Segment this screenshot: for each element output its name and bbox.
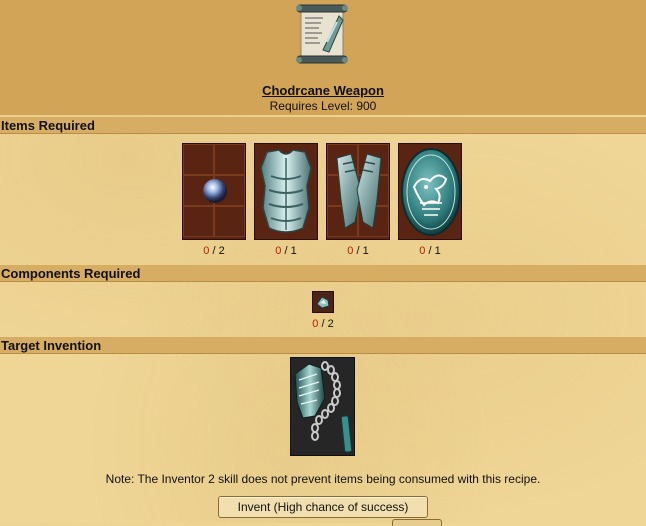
pearl-orb-icon bbox=[203, 179, 227, 203]
recipe-note: Note: The Inventor 2 skill does not prev… bbox=[105, 472, 541, 486]
item-slot-breastplate[interactable] bbox=[254, 143, 318, 240]
component-gem-icon bbox=[316, 296, 330, 309]
component-slot[interactable] bbox=[312, 291, 334, 313]
components-required-header: Components Required bbox=[0, 265, 646, 282]
target-invention-header: Target Invention bbox=[0, 337, 646, 354]
item-slot-gauntlets[interactable] bbox=[326, 143, 390, 240]
invent-button[interactable]: Invent (High chance of success) bbox=[218, 496, 428, 518]
items-required-header: Items Required bbox=[0, 117, 646, 134]
gauntlets-icon bbox=[336, 153, 382, 229]
item-slot-shield[interactable] bbox=[398, 143, 462, 240]
flail-weapon-icon bbox=[294, 361, 353, 453]
recipe-title[interactable]: Chodrcane Weapon bbox=[0, 83, 646, 98]
item-slot-orb[interactable] bbox=[182, 143, 246, 240]
item-count-orb: 0 / 2 bbox=[203, 245, 225, 257]
required-level: Requires Level: 900 bbox=[269, 99, 377, 113]
recipe-scroll-icon bbox=[296, 4, 348, 64]
target-invention-slot[interactable] bbox=[290, 357, 355, 456]
item-count-breastplate: 0 / 1 bbox=[275, 245, 297, 257]
engraved-shield-icon bbox=[401, 148, 461, 236]
item-count-gauntlets: 0 / 1 bbox=[347, 245, 369, 257]
item-count-shield: 0 / 1 bbox=[419, 245, 441, 257]
breastplate-armor-icon bbox=[260, 149, 312, 233]
component-count: 0 / 2 bbox=[312, 318, 334, 330]
